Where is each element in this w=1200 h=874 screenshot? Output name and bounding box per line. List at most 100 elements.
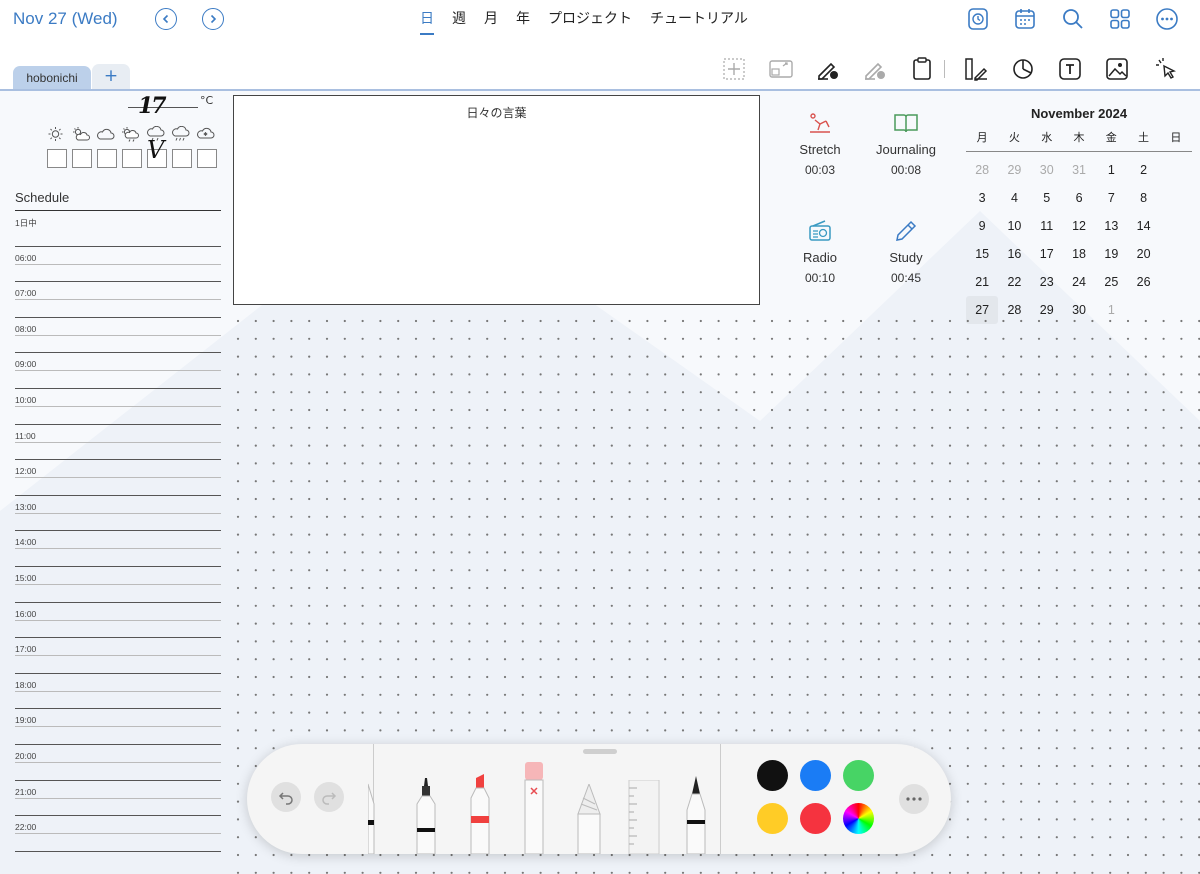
schedule-row[interactable]: 09:00: [15, 353, 221, 389]
habit-journaling[interactable]: Journaling 00:08: [866, 110, 946, 177]
lasso-select-button[interactable]: [721, 56, 747, 82]
eraser-icon[interactable]: [522, 762, 546, 854]
next-day-button[interactable]: [202, 8, 224, 30]
pointer-tool-button[interactable]: [1153, 56, 1179, 82]
calendar-day[interactable]: 4: [998, 184, 1030, 212]
calendar-day[interactable]: 13: [1095, 212, 1127, 240]
weather-checkbox[interactable]: [47, 149, 67, 168]
resize-button[interactable]: [768, 56, 794, 82]
calendar-day[interactable]: 16: [998, 240, 1030, 268]
weather-checkbox[interactable]: [172, 149, 192, 168]
calendar-day[interactable]: 10: [998, 212, 1030, 240]
calendar-day[interactable]: 12: [1063, 212, 1095, 240]
schedule-row[interactable]: 15:00: [15, 567, 221, 603]
calendar-day[interactable]: 21: [966, 268, 998, 296]
calendar-day[interactable]: 6: [1063, 184, 1095, 212]
calendar-day[interactable]: 7: [1095, 184, 1127, 212]
calendar-day[interactable]: 20: [1127, 240, 1159, 268]
notebook-tab-hobonichi[interactable]: hobonichi: [13, 66, 91, 90]
color-swatch-blue[interactable]: [800, 760, 831, 791]
calendar-day[interactable]: 24: [1063, 268, 1095, 296]
tab-year[interactable]: 年: [516, 8, 530, 28]
weather-checkbox[interactable]: [97, 149, 117, 168]
calendar-day[interactable]: 23: [1031, 268, 1063, 296]
calendar-day[interactable]: 29: [998, 156, 1030, 184]
tab-week[interactable]: 週: [452, 8, 466, 28]
partial-pen-icon[interactable]: [368, 774, 384, 854]
calendar-day[interactable]: 9: [966, 212, 998, 240]
calendar-day[interactable]: 14: [1127, 212, 1159, 240]
schedule-row[interactable]: 13:00: [15, 496, 221, 532]
habit-study[interactable]: Study 00:45: [866, 218, 946, 285]
pen-settings-button[interactable]: [815, 56, 841, 82]
calendar-day[interactable]: 25: [1095, 268, 1127, 296]
search-button[interactable]: [1061, 7, 1085, 31]
calendar-day[interactable]: 28: [966, 156, 998, 184]
weather-checkbox[interactable]: [122, 149, 142, 168]
schedule-row[interactable]: 16:00: [15, 603, 221, 639]
schedule-row[interactable]: 06:00: [15, 247, 221, 283]
color-swatch-black[interactable]: [757, 760, 788, 791]
marker-icon[interactable]: [468, 774, 492, 854]
color-picker-button[interactable]: [843, 803, 874, 834]
ruler-icon[interactable]: [628, 780, 660, 854]
text-tool-button[interactable]: [1057, 56, 1083, 82]
toolbar-more-button[interactable]: [899, 784, 929, 814]
schedule-row[interactable]: 14:00: [15, 531, 221, 567]
more-menu-button[interactable]: [1155, 7, 1179, 31]
grid-view-button[interactable]: [1108, 7, 1132, 31]
calendar-day[interactable]: 26: [1127, 268, 1159, 296]
schedule-row[interactable]: 22:00: [15, 816, 221, 852]
calendar-day[interactable]: 15: [966, 240, 998, 268]
calendar-day[interactable]: 22: [998, 268, 1030, 296]
previous-day-button[interactable]: [155, 8, 177, 30]
schedule-row[interactable]: 19:00: [15, 709, 221, 745]
color-swatch-green[interactable]: [843, 760, 874, 791]
weather-checkbox[interactable]: [72, 149, 92, 168]
clipboard-button[interactable]: [909, 56, 935, 82]
calendar-day[interactable]: 30: [1031, 156, 1063, 184]
schedule-row[interactable]: 08:00: [15, 318, 221, 354]
shape-tool-button[interactable]: [1010, 56, 1036, 82]
schedule-row[interactable]: 07:00: [15, 282, 221, 318]
habit-radio[interactable]: Radio 00:10: [780, 218, 860, 285]
tab-project[interactable]: プロジェクト: [548, 8, 632, 28]
calendar-day[interactable]: 3: [966, 184, 998, 212]
calendar-day[interactable]: 11: [1031, 212, 1063, 240]
sticker-tool-button[interactable]: [963, 56, 989, 82]
tab-month[interactable]: 月: [484, 8, 498, 28]
tab-tutorial[interactable]: チュートリアル: [650, 8, 748, 28]
schedule-row[interactable]: 17:00: [15, 638, 221, 674]
tab-day[interactable]: 日: [420, 8, 434, 35]
habit-stretch[interactable]: Stretch 00:03: [780, 110, 860, 177]
fountain-pen-icon[interactable]: [684, 776, 708, 854]
undo-button[interactable]: [271, 782, 301, 812]
schedule-row[interactable]: 12:00: [15, 460, 221, 496]
image-tool-button[interactable]: [1104, 56, 1130, 82]
schedule-row[interactable]: 10:00: [15, 389, 221, 425]
calendar-day[interactable]: 19: [1095, 240, 1127, 268]
calendar-day[interactable]: 5: [1031, 184, 1063, 212]
timer-button[interactable]: [966, 7, 990, 31]
schedule-row[interactable]: 20:00: [15, 745, 221, 781]
schedule-row[interactable]: 18:00: [15, 674, 221, 710]
calendar-button[interactable]: [1013, 7, 1037, 31]
calendar-day[interactable]: 8: [1127, 184, 1159, 212]
daily-quote-box[interactable]: 日々の言葉: [233, 95, 760, 305]
fineliner-icon[interactable]: [414, 778, 438, 854]
color-swatch-red[interactable]: [800, 803, 831, 834]
date-title[interactable]: Nov 27 (Wed): [13, 9, 118, 29]
schedule-row[interactable]: 21:00: [15, 781, 221, 817]
schedule-row[interactable]: 1日中: [15, 211, 221, 247]
calendar-day[interactable]: 18: [1063, 240, 1095, 268]
calendar-day[interactable]: 2: [1127, 156, 1159, 184]
color-swatch-yellow[interactable]: [757, 803, 788, 834]
schedule-row[interactable]: 11:00: [15, 425, 221, 461]
redo-button[interactable]: [314, 782, 344, 812]
pen-disabled-button[interactable]: [862, 56, 888, 82]
calendar-day[interactable]: 1: [1095, 156, 1127, 184]
calendar-day[interactable]: 17: [1031, 240, 1063, 268]
add-tab-button[interactable]: +: [92, 64, 130, 90]
pencil-tool-icon[interactable]: [576, 784, 602, 854]
weather-checkbox[interactable]: [197, 149, 217, 168]
